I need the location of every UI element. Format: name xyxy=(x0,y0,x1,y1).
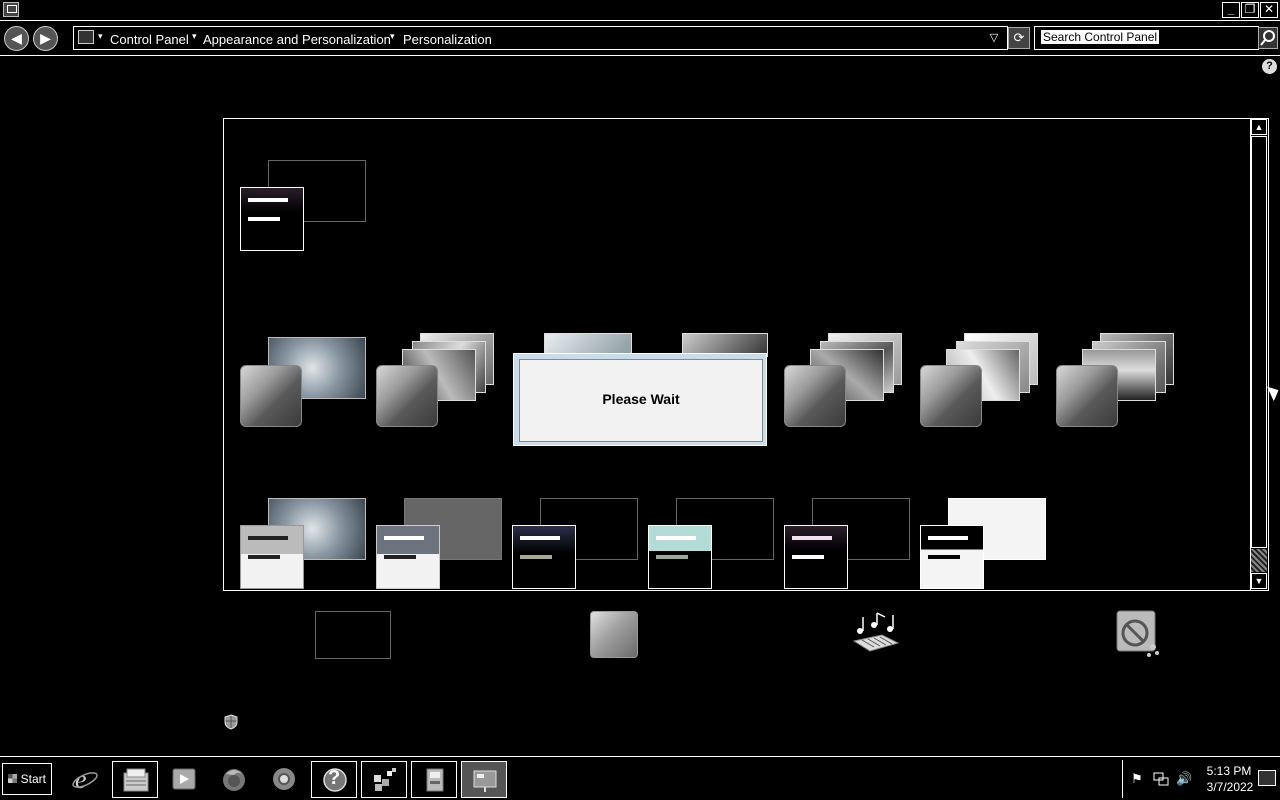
title-bar xyxy=(0,0,1280,21)
screen-saver-link[interactable] xyxy=(1113,609,1161,659)
theme-windows-7[interactable] xyxy=(240,337,375,432)
theme-nature[interactable] xyxy=(784,333,919,428)
theme-windows-7-basic[interactable] xyxy=(240,498,375,593)
theme-color-swatch xyxy=(240,187,304,251)
theme-high-contrast-black[interactable] xyxy=(784,498,919,593)
media-player-icon xyxy=(172,768,196,790)
help-glyph: ? xyxy=(328,767,341,789)
taskbar-personalization[interactable] xyxy=(461,761,507,798)
restore-button[interactable]: ❐ xyxy=(1241,2,1259,18)
breadcrumb-appearance-and-personalization[interactable]: Appearance and Personalization xyxy=(203,32,391,47)
theme-color-swatch xyxy=(920,525,984,589)
taskbar-internet-explorer[interactable]: e xyxy=(62,761,108,798)
clock-date[interactable]: 3/7/2022 xyxy=(1203,780,1257,794)
theme-color-swatch xyxy=(512,525,576,589)
window-color-link[interactable] xyxy=(590,611,638,658)
volume-icon[interactable]: 🔊 xyxy=(1176,771,1192,787)
scroll-up-button[interactable]: ▲ xyxy=(1251,119,1267,135)
scroll-thumb[interactable] xyxy=(1251,136,1267,548)
theme-color-swatch xyxy=(920,365,982,427)
theme-architecture[interactable] xyxy=(376,333,511,428)
show-desktop-button[interactable] xyxy=(1258,770,1276,786)
file-manager-icon xyxy=(123,768,149,792)
taskbar-media-player[interactable] xyxy=(160,761,206,798)
theme-color-swatch xyxy=(376,525,440,589)
close-button[interactable]: ✕ xyxy=(1260,2,1278,18)
back-button[interactable]: ◀ xyxy=(4,26,29,51)
theme-high-contrast-1[interactable] xyxy=(512,498,647,593)
forward-button[interactable]: ▶ xyxy=(33,26,58,51)
scroll-down-button[interactable]: ▼ xyxy=(1251,573,1267,589)
taskbar-firefox[interactable] xyxy=(211,761,257,798)
address-history-dropdown[interactable]: ▽ xyxy=(987,31,1001,45)
theme-color-swatch xyxy=(648,525,712,589)
search-box[interactable] xyxy=(1034,26,1259,50)
minimize-button[interactable]: _ xyxy=(1222,2,1240,18)
help-icon[interactable]: ? xyxy=(1262,59,1277,74)
control-panel-icon xyxy=(426,768,444,792)
internet-explorer-icon: e xyxy=(72,766,98,792)
theme-windows-classic[interactable] xyxy=(376,498,511,593)
personalization-icon xyxy=(473,770,497,792)
breadcrumb-personalization[interactable]: Personalization xyxy=(403,32,492,47)
navigation-bar: ◀ ▶ ▾ Control Panel ▾ Appearance and Per… xyxy=(0,22,1280,56)
control-panel-window-icon[interactable] xyxy=(3,2,19,17)
my-theme-unsaved[interactable] xyxy=(240,160,375,255)
clock-time[interactable]: 5:13 PM xyxy=(1205,764,1253,778)
search-icon xyxy=(1260,30,1275,46)
please-wait-message: Please Wait xyxy=(519,359,763,442)
search-button[interactable] xyxy=(1258,27,1278,49)
please-wait-dialog: Please Wait xyxy=(513,353,767,446)
theme-scenes[interactable] xyxy=(920,333,1055,428)
chevron-down-icon[interactable]: ▾ xyxy=(192,31,197,42)
firefox-icon xyxy=(223,769,245,791)
sounds-link[interactable] xyxy=(852,611,900,655)
chevron-down-icon[interactable]: ▾ xyxy=(390,31,395,42)
theme-color-swatch xyxy=(240,525,304,589)
theme-high-contrast-2[interactable] xyxy=(648,498,783,593)
breadcrumb-control-panel[interactable]: Control Panel xyxy=(110,32,189,47)
taskbar-control-panel[interactable] xyxy=(411,761,457,798)
control-panel-icon xyxy=(78,30,94,44)
theme-color-swatch xyxy=(1056,365,1118,427)
scroll-track[interactable] xyxy=(1251,549,1267,572)
screen-saver-icon xyxy=(1116,610,1159,657)
network-icon[interactable] xyxy=(1153,771,1169,787)
chevron-down-icon[interactable]: ▾ xyxy=(98,31,103,42)
shield-icon xyxy=(224,714,238,730)
refresh-button[interactable]: ⟳ xyxy=(1008,27,1030,49)
theme-united-states[interactable] xyxy=(1056,333,1191,428)
action-center-flag-icon[interactable]: ⚑ xyxy=(1129,771,1145,787)
search-input[interactable] xyxy=(1040,29,1160,45)
start-button[interactable]: Start xyxy=(2,763,52,795)
theme-high-contrast-white[interactable] xyxy=(920,498,1055,593)
network-status-icon xyxy=(1153,772,1169,786)
theme-color-swatch xyxy=(784,365,846,427)
theme-color-swatch xyxy=(240,365,302,427)
theme-color-swatch xyxy=(376,365,438,427)
sounds-icon xyxy=(852,612,900,652)
taskbar-file-manager[interactable] xyxy=(112,761,158,798)
chrome-icon xyxy=(273,768,295,790)
taskbar-help-and-support[interactable]: ? xyxy=(311,761,357,798)
theme-color-swatch xyxy=(784,525,848,589)
taskbar-network-app[interactable] xyxy=(361,761,407,798)
address-bar[interactable]: ▾ Control Panel ▾ Appearance and Persona… xyxy=(73,26,1008,50)
taskbar-chrome[interactable] xyxy=(261,761,307,798)
desktop-background-link[interactable] xyxy=(315,611,391,659)
network-app-icon xyxy=(374,768,396,791)
